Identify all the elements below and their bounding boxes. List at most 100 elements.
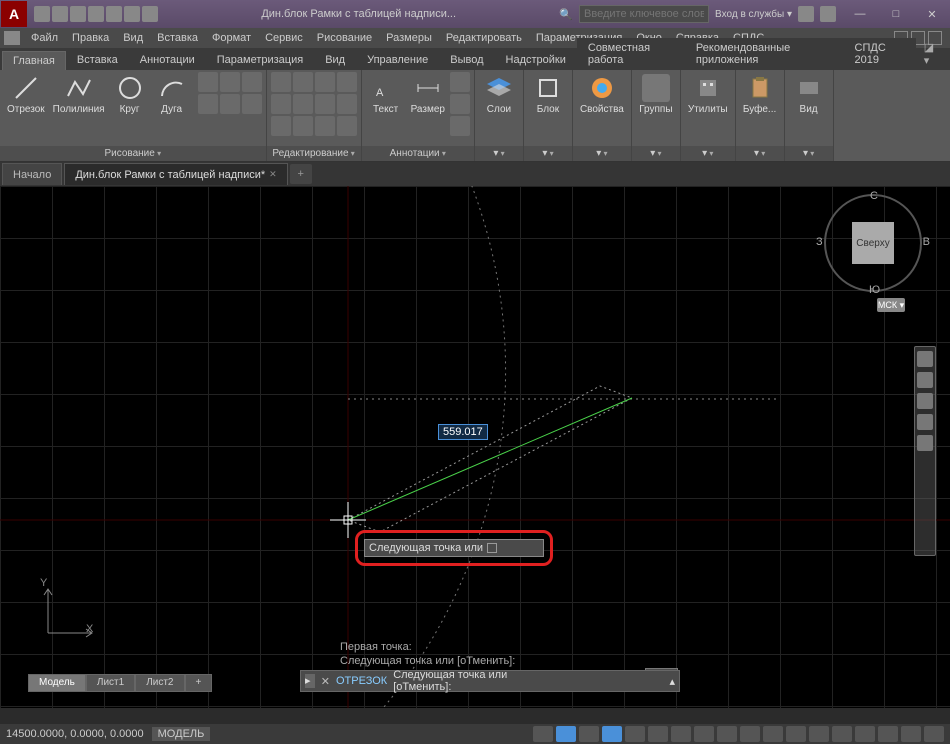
draw-small-1[interactable] bbox=[198, 72, 218, 92]
tab-manage[interactable]: Управление bbox=[356, 50, 439, 70]
tab-layout-2[interactable]: Лист2 bbox=[135, 674, 184, 692]
offset-button[interactable] bbox=[337, 116, 357, 136]
sign-in-link[interactable]: Вход в службы ▾ bbox=[715, 9, 792, 20]
panel-groups-title[interactable]: ▾ bbox=[632, 146, 680, 161]
nav-pan-icon[interactable] bbox=[917, 372, 933, 388]
utilities-button[interactable]: Утилиты bbox=[685, 72, 731, 146]
stretch-button[interactable] bbox=[271, 116, 291, 136]
lwt-toggle[interactable] bbox=[671, 726, 691, 742]
otrack-toggle[interactable] bbox=[648, 726, 668, 742]
hwacc-toggle[interactable] bbox=[878, 726, 898, 742]
draw-small-2[interactable] bbox=[220, 72, 240, 92]
fillet-button[interactable] bbox=[315, 94, 335, 114]
tab-output[interactable]: Вывод bbox=[439, 50, 494, 70]
dimension-button[interactable]: Размер bbox=[408, 72, 448, 146]
explode-button[interactable] bbox=[337, 94, 357, 114]
arc-button[interactable]: Дуга bbox=[152, 72, 192, 146]
tab-model[interactable]: Модель bbox=[28, 674, 86, 692]
workspace-toggle[interactable] bbox=[763, 726, 783, 742]
help-icon[interactable] bbox=[820, 6, 836, 22]
menu-edit[interactable]: Правка bbox=[65, 30, 116, 46]
qat-redo-icon[interactable] bbox=[142, 6, 158, 22]
doc-tab-start[interactable]: Начало bbox=[2, 163, 62, 185]
tab-home[interactable]: Главная bbox=[2, 51, 66, 70]
model-space-badge[interactable]: МОДЕЛЬ bbox=[152, 727, 211, 741]
layers-button[interactable]: Слои bbox=[479, 72, 519, 146]
panel-layers-title[interactable]: ▾ bbox=[475, 146, 523, 161]
panel-modify-title[interactable]: Редактирование bbox=[267, 146, 361, 161]
anno-small-2[interactable] bbox=[450, 94, 470, 114]
snap-toggle[interactable] bbox=[556, 726, 576, 742]
help-search-input[interactable] bbox=[579, 5, 709, 23]
panel-utilities-title[interactable]: ▾ bbox=[681, 146, 735, 161]
customize-status[interactable] bbox=[924, 726, 944, 742]
minimize-button[interactable]: — bbox=[842, 0, 878, 28]
app-menu-icon[interactable] bbox=[4, 31, 20, 45]
tab-collab[interactable]: Совместная работа bbox=[577, 38, 685, 70]
tab-featured[interactable]: Рекомендованные приложения bbox=[685, 38, 844, 70]
menu-dimension[interactable]: Размеры bbox=[379, 30, 439, 46]
isolate-toggle[interactable] bbox=[855, 726, 875, 742]
panel-clipboard-title[interactable]: ▾ bbox=[736, 146, 784, 161]
tab-spds[interactable]: СПДС 2019 bbox=[844, 38, 916, 70]
viewcube[interactable]: Сверху С З В Ю bbox=[824, 194, 922, 314]
menu-view[interactable]: Вид bbox=[116, 30, 150, 46]
panel-view-title[interactable]: ▾ bbox=[785, 146, 833, 161]
scale-button[interactable] bbox=[293, 116, 313, 136]
quickprops-toggle[interactable] bbox=[832, 726, 852, 742]
draw-small-6[interactable] bbox=[242, 94, 262, 114]
close-button[interactable]: ✕ bbox=[914, 0, 950, 28]
erase-button[interactable] bbox=[337, 72, 357, 92]
polar-toggle[interactable] bbox=[602, 726, 622, 742]
clipboard-button[interactable]: Буфе... bbox=[740, 72, 780, 146]
polyline-button[interactable]: Полилиния bbox=[50, 72, 108, 146]
dynamic-prompt-input[interactable]: Следующая точка или bbox=[364, 539, 544, 557]
tab-view[interactable]: Вид bbox=[314, 50, 356, 70]
nav-showmotion-icon[interactable] bbox=[917, 435, 933, 451]
menu-draw[interactable]: Рисование bbox=[310, 30, 379, 46]
wcs-selector[interactable]: МСК ▾ bbox=[877, 298, 905, 312]
menu-tools[interactable]: Сервис bbox=[258, 30, 310, 46]
osnap-toggle[interactable] bbox=[625, 726, 645, 742]
draw-small-5[interactable] bbox=[220, 94, 240, 114]
doc-tab-active[interactable]: Дин.блок Рамки с таблицей надписи*✕ bbox=[64, 163, 287, 185]
panel-draw-title[interactable]: Рисование bbox=[0, 146, 266, 161]
units-toggle[interactable] bbox=[809, 726, 829, 742]
dynamic-length-input[interactable]: 559.017 bbox=[438, 424, 488, 440]
cmd-toggle-icon[interactable]: ▸ bbox=[305, 674, 315, 688]
options-icon[interactable] bbox=[487, 543, 497, 553]
tab-layout-1[interactable]: Лист1 bbox=[86, 674, 135, 692]
app-logo[interactable]: A bbox=[1, 1, 27, 27]
anno-small-3[interactable] bbox=[450, 116, 470, 136]
ribbon-collapse-icon[interactable]: ◪ ▾ bbox=[916, 38, 948, 70]
cleanscreen-toggle[interactable] bbox=[901, 726, 921, 742]
qat-save-icon[interactable] bbox=[70, 6, 86, 22]
tab-layout-add[interactable]: + bbox=[185, 674, 213, 692]
view-button[interactable]: Вид bbox=[789, 72, 829, 146]
annomonitor-toggle[interactable] bbox=[786, 726, 806, 742]
tab-addins[interactable]: Надстройки bbox=[495, 50, 577, 70]
tab-insert[interactable]: Вставка bbox=[66, 50, 129, 70]
text-button[interactable]: AТекст bbox=[366, 72, 406, 146]
groups-button[interactable]: Группы bbox=[636, 72, 676, 146]
anno-small-1[interactable] bbox=[450, 72, 470, 92]
close-icon[interactable]: ✕ bbox=[269, 169, 277, 180]
nav-wheel-icon[interactable] bbox=[917, 351, 933, 367]
maximize-button[interactable]: □ bbox=[878, 0, 914, 28]
tab-annotate[interactable]: Аннотации bbox=[129, 50, 206, 70]
block-button[interactable]: Блок bbox=[528, 72, 568, 146]
draw-small-4[interactable] bbox=[198, 94, 218, 114]
nav-zoom-icon[interactable] bbox=[917, 393, 933, 409]
draw-small-3[interactable] bbox=[242, 72, 262, 92]
qat-open-icon[interactable] bbox=[52, 6, 68, 22]
nav-orbit-icon[interactable] bbox=[917, 414, 933, 430]
qat-plot-icon[interactable] bbox=[106, 6, 122, 22]
ortho-toggle[interactable] bbox=[579, 726, 599, 742]
command-line[interactable]: ▸ ✕ ОТРЕЗОК Следующая точка или [оТменит… bbox=[300, 670, 680, 692]
circle-button[interactable]: Круг bbox=[110, 72, 150, 146]
panel-block-title[interactable]: ▾ bbox=[524, 146, 572, 161]
menu-format[interactable]: Формат bbox=[205, 30, 258, 46]
tab-parametric[interactable]: Параметризация bbox=[206, 50, 314, 70]
drawing-canvas[interactable]: 559.017 Следующая точка или 153° Первая … bbox=[0, 186, 950, 708]
properties-button[interactable]: Свойства bbox=[577, 72, 627, 146]
